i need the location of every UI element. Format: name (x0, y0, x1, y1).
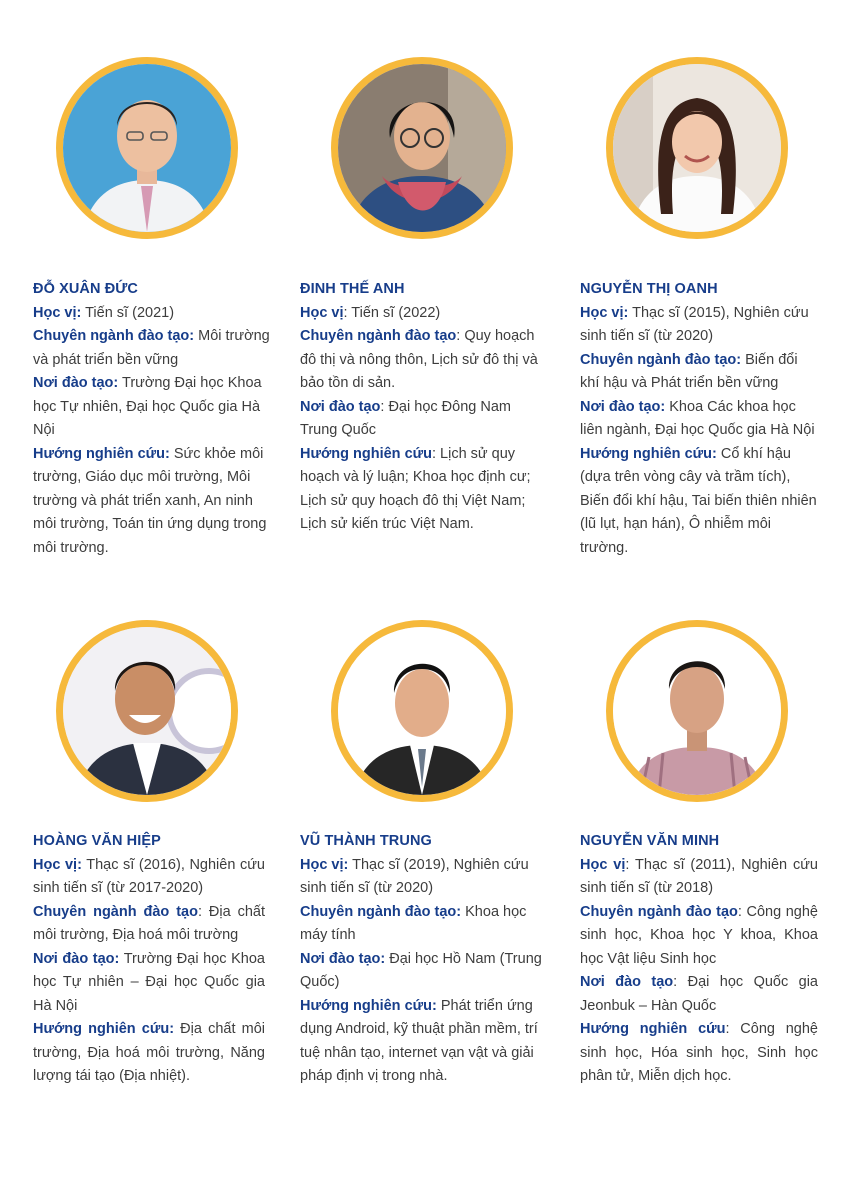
person-name: VŨ THÀNH TRUNG (300, 833, 432, 849)
training-place-field: Nơi đào tạo: Đại học Hồ Nam (Trung Quốc) (300, 948, 550, 995)
person-name: NGUYỄN VĂN MINH (580, 833, 720, 849)
specialization-field: Chuyên ngành đào tạo: Khoa học máy tính (300, 901, 550, 948)
field-label: Hướng nghiên cứu: (33, 1021, 175, 1037)
field-label: Học vị: (33, 304, 82, 321)
field-label: Nơi đào tạo: (580, 398, 666, 415)
degree-field: Học vị: Tiến sĩ (2022) (300, 302, 550, 326)
profile-card: NGUYỄN THỊ OANH Học vị: Thạc sĩ (2015), … (580, 278, 820, 560)
research-field: Hướng nghiên cứu: Phát triển ứng dụng An… (300, 995, 550, 1089)
specialization-field: Chuyên ngành đào tạo: Môi trường và phát… (33, 325, 280, 372)
field-label: Học vị: (33, 856, 82, 873)
degree-field: Học vị: Thạc sĩ (2019), Nghiên cứu sinh … (300, 854, 550, 901)
research-field: Hướng nghiên cứu: Lịch sử quy hoạch và l… (300, 443, 550, 537)
field-label: Chuyên ngành đào tạo: (33, 328, 195, 344)
profile-card: ĐINH THẾ ANH Học vị: Tiến sĩ (2022) Chuy… (300, 278, 550, 537)
portrait-photo (331, 620, 513, 802)
field-label: Nơi đào tạo (580, 974, 674, 990)
field-label: Nơi đào tạo (300, 398, 381, 415)
specialization-field: Chuyên ngành đào tạo: Địa chất môi trườn… (33, 901, 265, 948)
field-label: Học vị (580, 856, 626, 873)
field-label: Nơi đào tạo: (33, 375, 119, 391)
degree-field: Học vị: Thạc sĩ (2011), Nghiên cứu sinh … (580, 854, 818, 901)
research-field: Hướng nghiên cứu: Cổ khí hậu (dựa trên v… (580, 443, 820, 561)
specialization-field: Chuyên ngành đào tạo: Quy hoạch đô thị v… (300, 325, 550, 396)
person-photo-icon (338, 64, 506, 232)
field-label: Hướng nghiên cứu (580, 1021, 726, 1037)
training-place-field: Nơi đào tạo: Khoa Các khoa học liên ngàn… (580, 396, 820, 443)
research-field: Hướng nghiên cứu: Địa chất môi trường, Đ… (33, 1018, 265, 1089)
field-label: Hướng nghiên cứu: (300, 997, 437, 1014)
portrait-photo (56, 620, 238, 802)
person-name: HOÀNG VĂN HIỆP (33, 833, 161, 849)
portrait-photo (606, 57, 788, 239)
portrait-photo (606, 620, 788, 802)
research-field: Hướng nghiên cứu: Sức khỏe môi trường, G… (33, 443, 280, 561)
field-value: Sức khỏe môi trường, Giáo dục môi trường… (33, 445, 267, 556)
field-label: Hướng nghiên cứu: (580, 445, 717, 462)
person-name: NGUYỄN THỊ OANH (580, 281, 718, 297)
field-label: Học vị: (580, 304, 629, 321)
person-photo-icon (63, 627, 231, 795)
research-field: Hướng nghiên cứu: Công nghệ sinh học, Hó… (580, 1018, 818, 1089)
field-label: Chuyên ngành đào tạo (33, 903, 198, 920)
field-label: Chuyên ngành đào tạo: (580, 351, 742, 368)
degree-field: Học vị: Thạc sĩ (2016), Nghiên cứu sinh … (33, 854, 265, 901)
person-photo-icon (63, 64, 231, 232)
profile-card: NGUYỄN VĂN MINH Học vị: Thạc sĩ (2011), … (580, 830, 818, 1089)
field-value: Cổ khí hậu (dựa trên vòng cây và trầm tí… (580, 445, 817, 556)
specialization-field: Chuyên ngành đào tạo: Biến đổi khí hậu v… (580, 349, 820, 396)
specialization-field: Chuyên ngành đào tạo: Công nghệ sinh học… (580, 901, 818, 972)
person-photo-icon (613, 627, 781, 795)
profile-card: ĐỖ XUÂN ĐỨC Học vị: Tiến sĩ (2021) Chuyê… (33, 278, 280, 560)
profile-card: HOÀNG VĂN HIỆP Học vị: Thạc sĩ (2016), N… (33, 830, 265, 1089)
person-name: ĐỖ XUÂN ĐỨC (33, 281, 138, 297)
training-place-field: Nơi đào tạo: Đại học Đông Nam Trung Quốc (300, 396, 550, 443)
field-label: Hướng nghiên cứu (300, 445, 432, 462)
portrait-photo (331, 57, 513, 239)
training-place-field: Nơi đào tạo: Trường Đại học Khoa học Tự … (33, 948, 265, 1019)
field-label: Chuyên ngành đào tạo: (300, 903, 462, 920)
portrait-photo (56, 57, 238, 239)
training-place-field: Nơi đào tạo: Trường Đại học Khoa học Tự … (33, 372, 280, 443)
field-label: Nơi đào tạo: (33, 950, 120, 967)
training-place-field: Nơi đào tạo: Đại học Quốc gia Jeonbuk – … (580, 971, 818, 1018)
person-name: ĐINH THẾ ANH (300, 281, 405, 297)
field-value: : Tiến sĩ (2022) (343, 304, 441, 321)
field-label: Hướng nghiên cứu: (33, 445, 170, 462)
person-photo-icon (338, 627, 506, 795)
field-label: Học vị: (300, 856, 349, 873)
field-label: Học vị (300, 304, 344, 321)
degree-field: Học vị: Tiến sĩ (2021) (33, 302, 280, 326)
person-photo-icon (613, 64, 781, 232)
field-label: Nơi đào tạo: (300, 950, 386, 967)
degree-field: Học vị: Thạc sĩ (2015), Nghiên cứu sinh … (580, 302, 820, 349)
profile-card: VŨ THÀNH TRUNG Học vị: Thạc sĩ (2019), N… (300, 830, 550, 1089)
field-label: Chuyên ngành đào tạo (580, 903, 738, 920)
field-value: Tiến sĩ (2021) (81, 304, 175, 321)
field-label: Chuyên ngành đào tạo (300, 328, 457, 344)
